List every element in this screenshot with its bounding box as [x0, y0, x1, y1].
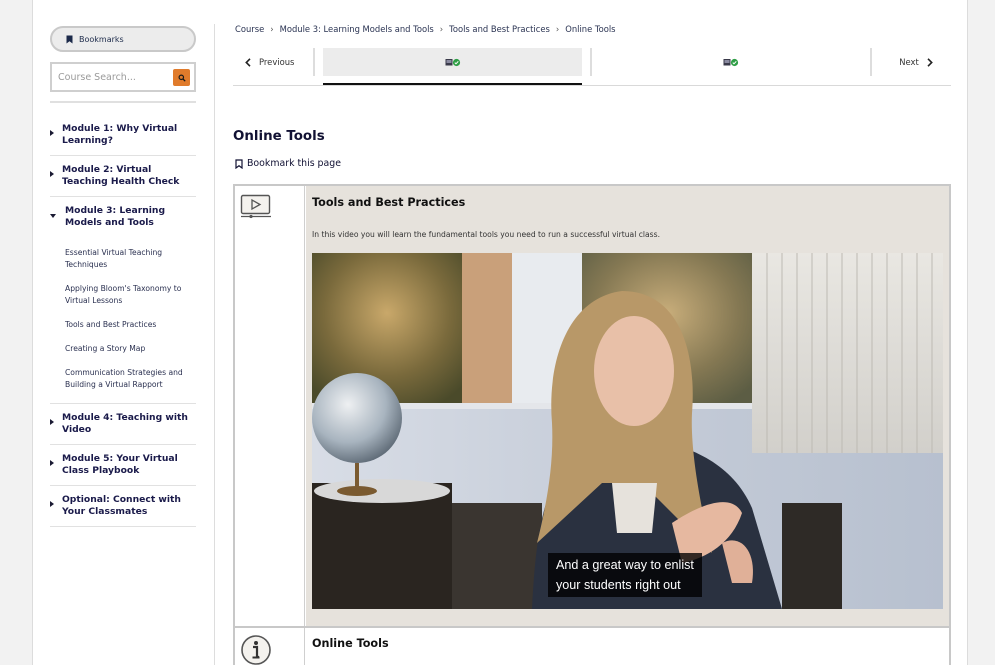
- chevron-left-icon: [245, 57, 251, 67]
- lesson-link[interactable]: Applying Bloom's Taxonomy to Virtual Les…: [50, 277, 196, 313]
- module-item-3[interactable]: Module 3: Learning Models and Tools Esse…: [50, 197, 196, 404]
- lesson-link[interactable]: Tools and Best Practices: [50, 313, 196, 337]
- lesson-link[interactable]: Creating a Story Map: [50, 337, 196, 361]
- module-title: Module 4: Teaching with Video: [62, 412, 188, 435]
- module-item-2[interactable]: Module 2: Virtual Teaching Health Check: [50, 156, 196, 197]
- caret-right-icon: [50, 501, 54, 507]
- caption-line: And a great way to enlist: [556, 558, 694, 572]
- sidebar-separator: [214, 24, 215, 665]
- module-title: Module 1: Why Virtual Learning?: [62, 123, 178, 146]
- content-box: Tools and Best Practices In this video y…: [233, 184, 951, 665]
- caret-right-icon: [50, 419, 54, 425]
- search-button[interactable]: [173, 69, 190, 86]
- video-complete-icon: [445, 58, 460, 66]
- module-item-1[interactable]: Module 1: Why Virtual Learning?: [50, 115, 196, 156]
- breadcrumb: Course › Module 3: Learning Models and T…: [235, 24, 616, 34]
- caret-right-icon: [50, 171, 54, 177]
- info-section-title: Online Tools: [312, 637, 389, 650]
- lesson-link[interactable]: Essential Virtual Teaching Techniques: [50, 241, 196, 277]
- lesson-list: Essential Virtual Teaching Techniques Ap…: [50, 237, 196, 403]
- unit-tab-2[interactable]: [593, 48, 868, 76]
- course-search: [50, 62, 196, 92]
- unit-tab-1[interactable]: [323, 48, 582, 76]
- bookmark-icon: [66, 35, 73, 43]
- bookmark-page-link[interactable]: Bookmark this page: [235, 158, 341, 169]
- sequence-nav: Previous Next: [233, 48, 951, 86]
- nav-divider: [590, 48, 592, 76]
- bookmark-page-label: Bookmark this page: [247, 158, 341, 169]
- module-title: Module 5: Your Virtual Class Playbook: [62, 453, 178, 476]
- caret-right-icon: [50, 130, 54, 136]
- course-sidebar: Bookmarks Module 1: Why Virtual Learning…: [50, 0, 196, 665]
- bookmarks-button-label: Bookmarks: [79, 34, 124, 44]
- chevron-right-icon: ›: [270, 24, 274, 34]
- nav-divider: [313, 48, 315, 76]
- previous-button[interactable]: Previous: [233, 49, 313, 75]
- next-button[interactable]: Next: [881, 49, 951, 75]
- video-complete-icon: [723, 58, 738, 66]
- video-caption: And a great way to enlist your students …: [548, 553, 702, 597]
- caption-line: your students right out: [556, 578, 681, 592]
- section-divider: [235, 626, 949, 628]
- info-icon: [240, 634, 272, 665]
- video-player-icon: [240, 194, 272, 224]
- module-list: Module 1: Why Virtual Learning? Module 2…: [50, 115, 196, 527]
- module-title: Optional: Connect with Your Classmates: [62, 494, 181, 517]
- breadcrumb-module[interactable]: Module 3: Learning Models and Tools: [280, 24, 434, 34]
- page-title: Online Tools: [233, 129, 325, 144]
- previous-label: Previous: [259, 57, 295, 67]
- video-section-title: Tools and Best Practices: [312, 196, 466, 209]
- sidebar-divider: [50, 101, 196, 103]
- module-title: Module 2: Virtual Teaching Health Check: [62, 164, 180, 187]
- bookmark-outline-icon: [235, 158, 243, 169]
- module-item-5[interactable]: Module 5: Your Virtual Class Playbook: [50, 445, 196, 486]
- chevron-right-icon: ›: [555, 24, 560, 34]
- chevron-right-icon: [927, 57, 933, 67]
- video-section-description: In this video you will learn the fundame…: [312, 230, 660, 239]
- search-icon: [177, 73, 186, 82]
- next-label: Next: [899, 57, 919, 67]
- active-tab-indicator: [323, 83, 582, 85]
- chevron-right-icon: ›: [439, 24, 444, 34]
- caret-right-icon: [50, 460, 54, 466]
- nav-divider: [870, 48, 872, 76]
- breadcrumb-lesson[interactable]: Tools and Best Practices: [449, 24, 550, 34]
- video-player[interactable]: And a great way to enlist your students …: [312, 253, 943, 609]
- course-search-input[interactable]: [58, 71, 170, 83]
- module-item-4[interactable]: Module 4: Teaching with Video: [50, 404, 196, 445]
- module-title: Module 3: Learning Models and Tools: [65, 205, 166, 228]
- bookmarks-button[interactable]: Bookmarks: [50, 26, 196, 52]
- module-item-optional[interactable]: Optional: Connect with Your Classmates: [50, 486, 196, 527]
- video-section: Tools and Best Practices In this video y…: [306, 186, 949, 626]
- page-container: Bookmarks Module 1: Why Virtual Learning…: [32, 0, 968, 665]
- breadcrumb-current: Online Tools: [565, 24, 616, 34]
- content-icon-column: [235, 186, 305, 665]
- caret-down-icon: [50, 214, 56, 218]
- lesson-link[interactable]: Communication Strategies and Building a …: [50, 361, 196, 397]
- breadcrumb-course[interactable]: Course: [235, 24, 264, 34]
